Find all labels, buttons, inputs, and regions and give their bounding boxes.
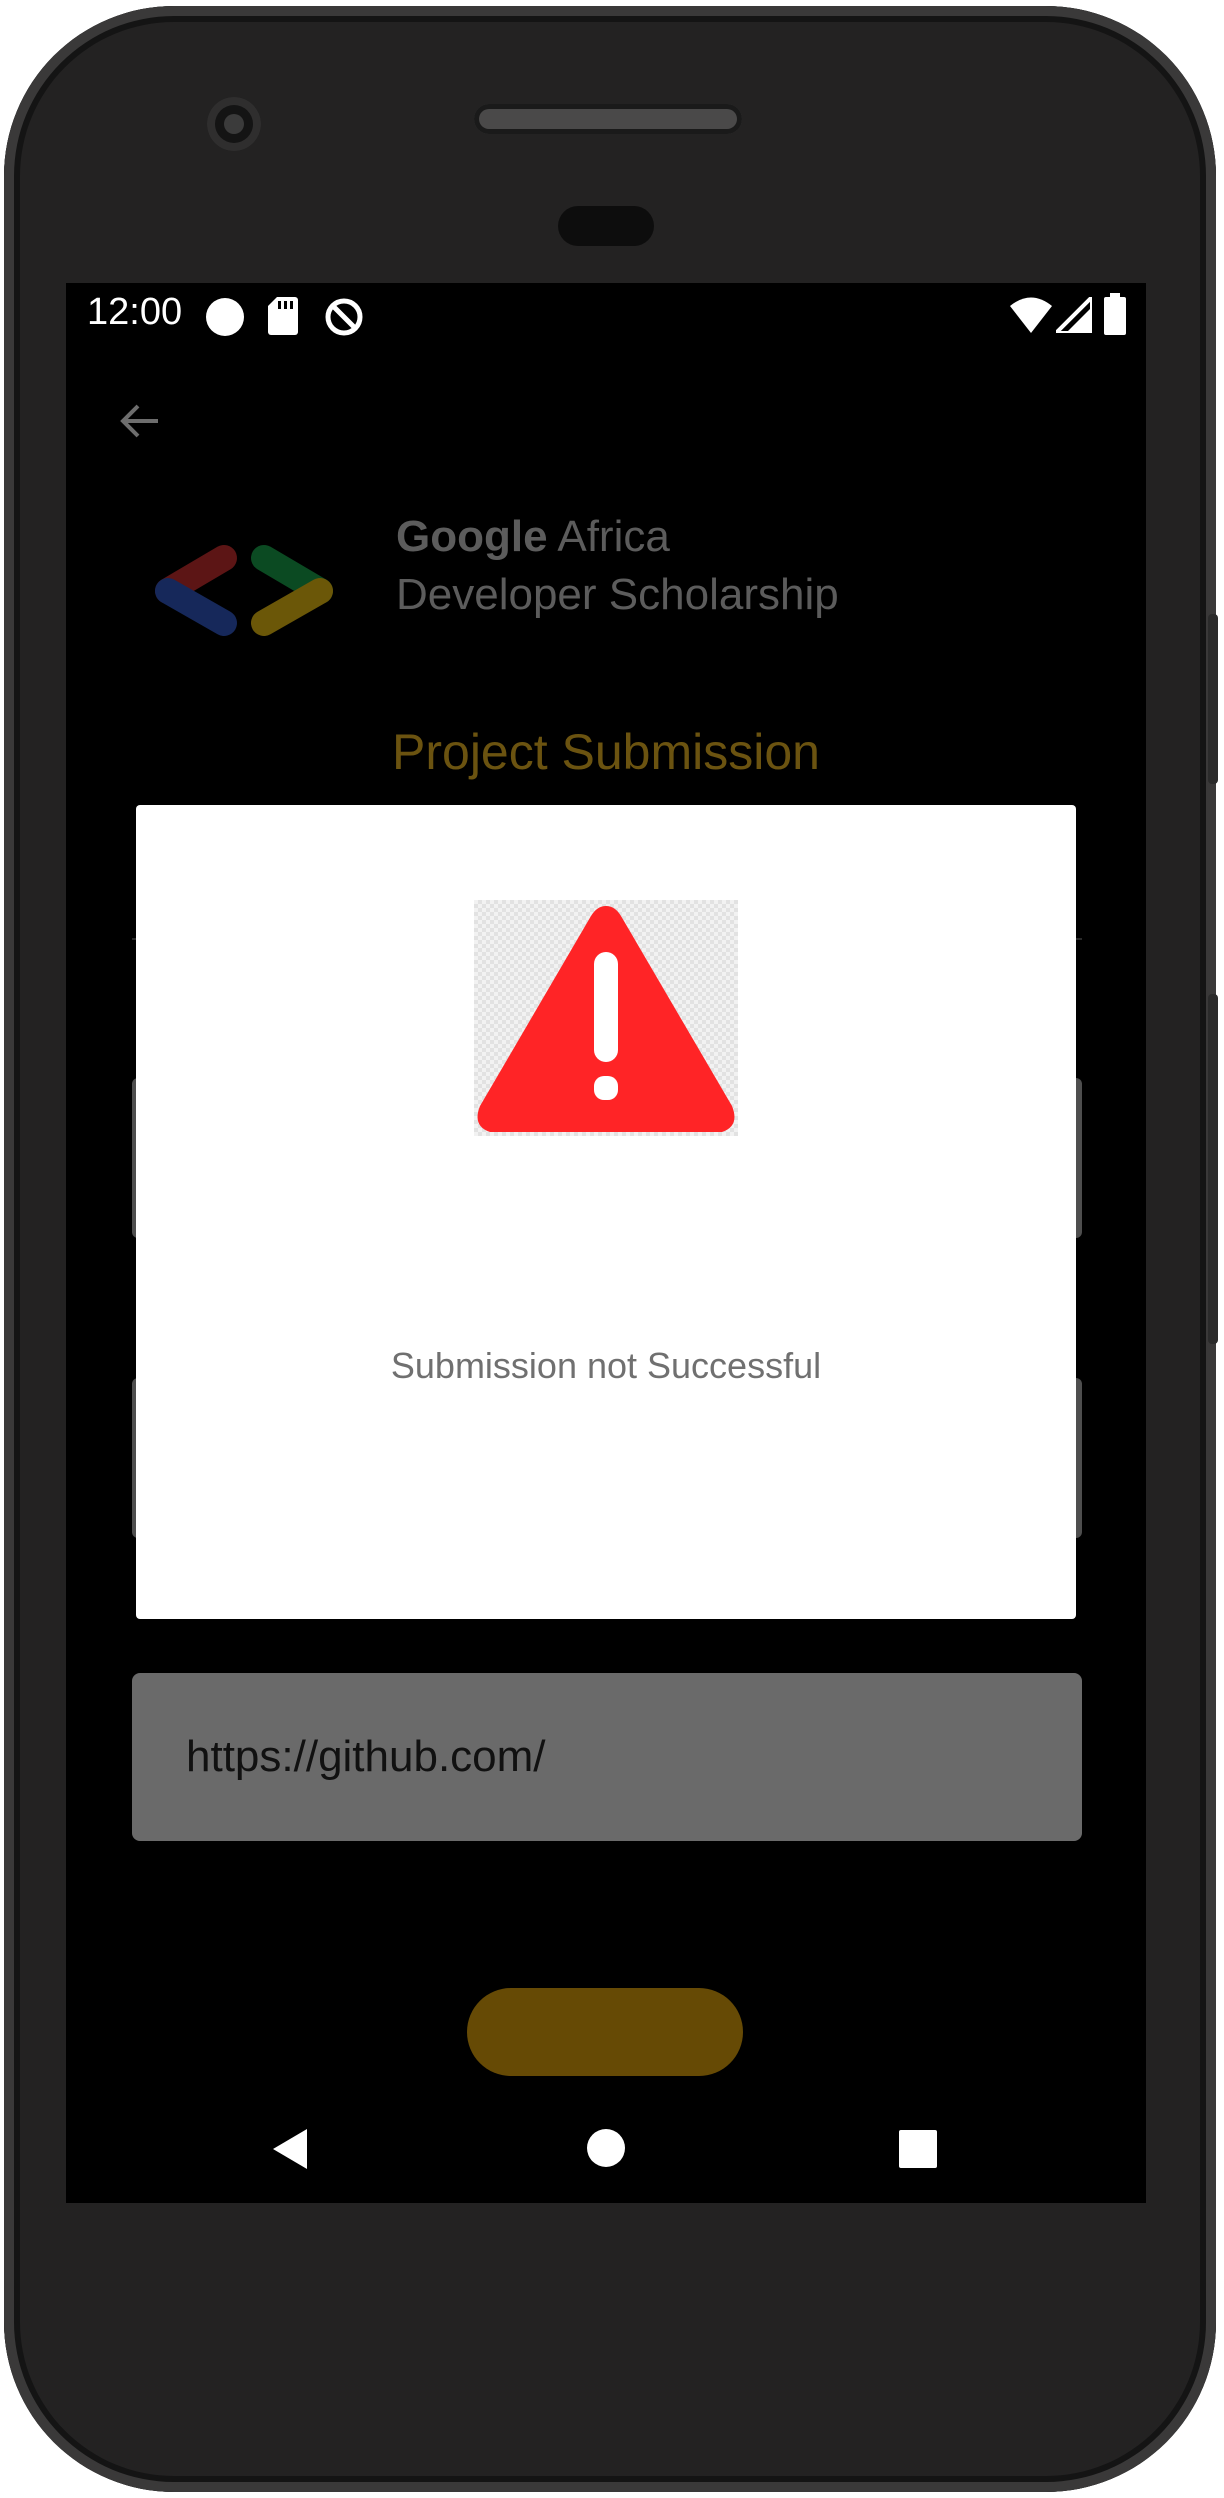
nav-recents-icon[interactable] [898, 2129, 938, 2169]
result-dialog: Submission not Successful [136, 805, 1076, 1619]
dialog-message: Submission not Successful [390, 1345, 822, 1386]
earpiece-speaker [474, 104, 742, 134]
github-link-value: https://github.com/ [186, 1732, 546, 1781]
status-time: 12:00 [87, 291, 183, 333]
brand-name: Google Africa Developer Scholarship [396, 508, 839, 624]
cell-signal-icon [1056, 297, 1092, 333]
github-link-field[interactable]: https://github.com/ [132, 1673, 1082, 1841]
app-screen: 12:00 Google Africa Developer Scholarshi… [66, 283, 1146, 2203]
navigation-bar [66, 2091, 1146, 2203]
status-bar: 12:00 [66, 283, 1146, 347]
do-not-disturb-icon [325, 298, 363, 336]
warning-image [474, 900, 738, 1136]
wifi-icon [1010, 297, 1052, 333]
power-button [1208, 614, 1218, 784]
sd-card-icon [268, 297, 298, 335]
nav-back-icon[interactable] [271, 2127, 311, 2171]
submit-button[interactable] [467, 1988, 743, 2076]
brand-google: Google [396, 512, 548, 561]
proximity-sensor [558, 206, 654, 246]
front-camera [207, 97, 261, 151]
arrow-back-icon[interactable] [110, 391, 170, 451]
brand-africa: Africa [547, 512, 670, 561]
warning-icon [477, 906, 735, 1132]
gads-logo [155, 545, 333, 636]
circle-notification-icon [206, 298, 244, 336]
volume-rocker [1208, 994, 1218, 1344]
nav-home-icon[interactable] [585, 2127, 627, 2169]
page-title: Project Submission [392, 724, 820, 780]
brand-subtitle: Developer Scholarship [396, 570, 839, 619]
battery-icon [1104, 293, 1126, 335]
